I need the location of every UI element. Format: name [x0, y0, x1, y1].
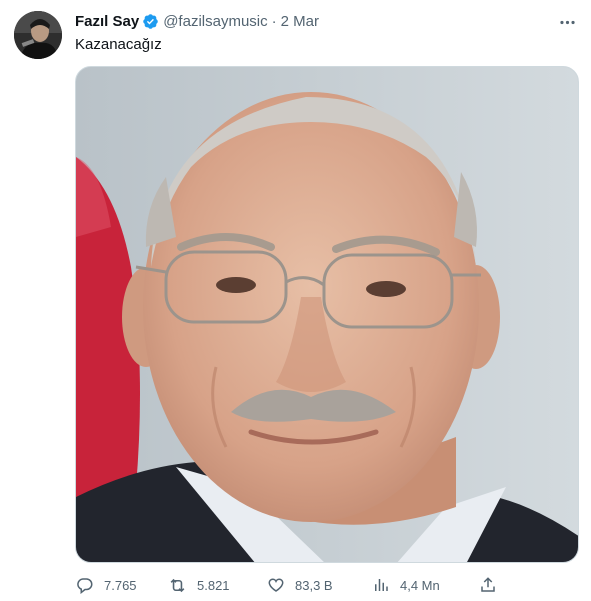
author-avatar[interactable]	[14, 11, 62, 59]
verified-badge-icon	[142, 13, 159, 30]
tweet-text: Kazanacağız	[75, 36, 162, 53]
separator-dot: ·	[271, 12, 277, 30]
reply-count: 7.765	[104, 577, 137, 593]
share-button[interactable]	[478, 576, 497, 595]
heart-icon	[266, 576, 285, 595]
more-options-icon[interactable]	[555, 10, 579, 34]
author-name[interactable]: Fazıl Say	[75, 13, 139, 30]
share-icon	[478, 576, 497, 595]
views-count: 4,4 Mn	[400, 577, 440, 593]
reply-button[interactable]: 7.765	[75, 576, 137, 595]
retweet-icon	[168, 576, 187, 595]
tweet-card[interactable]: Fazıl Say @fazilsaymusic · 2 Mar Kazanac…	[0, 0, 591, 601]
retweet-button[interactable]: 5.821	[168, 576, 230, 595]
like-count: 83,3 B	[295, 577, 333, 593]
like-button[interactable]: 83,3 B	[266, 576, 333, 595]
tweet-header: Fazıl Say @fazilsaymusic · 2 Mar	[75, 11, 319, 31]
reply-icon	[75, 576, 94, 595]
tweet-media-photo[interactable]	[75, 66, 579, 563]
views-button[interactable]: 4,4 Mn	[371, 576, 440, 595]
tweet-date[interactable]: 2 Mar	[281, 13, 319, 30]
author-handle[interactable]: @fazilsaymusic	[163, 13, 267, 30]
views-chart-icon	[371, 576, 390, 595]
tweet-actions-bar: 7.765 5.821 83,3 B 4,4 Mn	[75, 575, 505, 595]
retweet-count: 5.821	[197, 577, 230, 593]
